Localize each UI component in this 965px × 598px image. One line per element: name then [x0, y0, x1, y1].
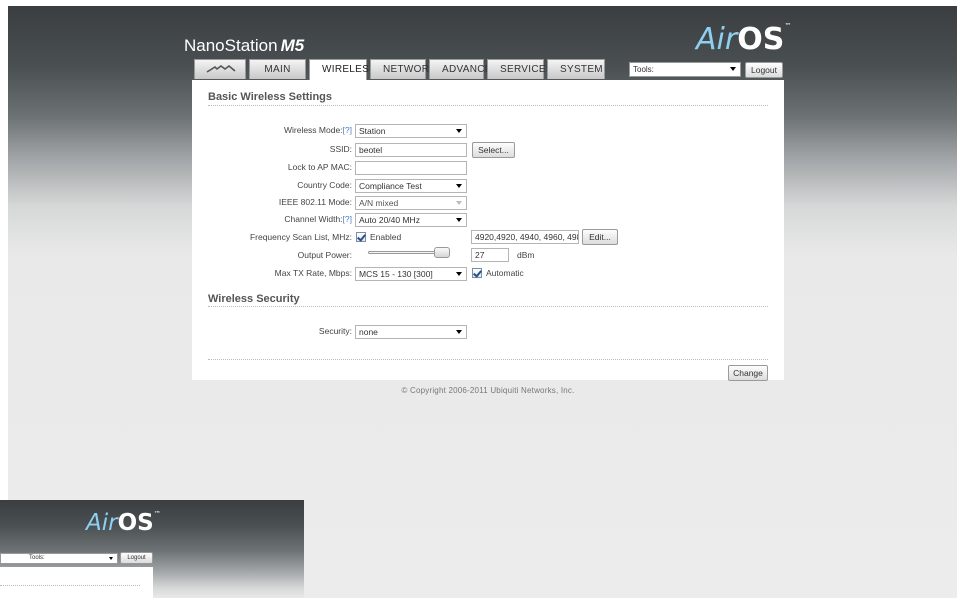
airos-logo: AirOS™	[696, 22, 791, 57]
brand-model: M5	[280, 36, 305, 55]
airos-logo-os: OS	[737, 22, 785, 57]
security-value: none	[359, 327, 378, 337]
chevron-down-icon	[730, 67, 736, 71]
airos-logo-os: OS	[117, 510, 154, 536]
output-power-input[interactable]: 27	[471, 248, 509, 262]
ssid-input[interactable]: beotel	[355, 143, 467, 157]
divider	[208, 306, 768, 307]
ieee-mode-value: A/N mixed	[359, 198, 399, 208]
max-tx-automatic-checkbox[interactable]	[472, 268, 482, 278]
change-button[interactable]: Change	[728, 365, 768, 381]
airos-trademark: ™	[153, 510, 161, 518]
tab-network[interactable]: NETWORK	[370, 59, 436, 79]
freq-scan-label: Frequency Scan List, MHz:	[249, 232, 352, 242]
country-code-label: Country Code:	[297, 180, 352, 190]
thumbnail-panel	[0, 567, 153, 598]
tools-select-value: Tools:	[633, 65, 654, 74]
chevron-down-icon	[456, 201, 462, 205]
channel-width-label-text: Channel Width:	[284, 214, 343, 224]
output-power-slider-handle[interactable]	[434, 247, 450, 258]
output-power-unit: dBm	[517, 250, 535, 260]
freq-scan-input[interactable]: 4920,4920, 4940, 4960, 4980	[471, 230, 579, 244]
tab-advanced[interactable]: ADVANCED	[429, 59, 499, 79]
tab-wireless[interactable]: WIRELESS	[309, 59, 376, 80]
wireless-mode-value: Station	[359, 126, 386, 136]
freq-scan-enabled-checkbox[interactable]	[356, 232, 366, 242]
divider	[208, 105, 768, 106]
main-tabs: MAIN WIRELESS NETWORK ADVANCED SERVICES …	[194, 59, 605, 80]
basic-wireless-title: Basic Wireless Settings	[208, 91, 333, 103]
channel-width-help-link[interactable]: [?]	[343, 214, 352, 224]
tools-select-value: Tools:	[29, 555, 45, 561]
lock-ap-mac-input[interactable]	[355, 161, 467, 175]
channel-width-label: Channel Width:[?]	[192, 214, 352, 224]
chevron-down-icon	[109, 557, 113, 560]
chevron-down-icon	[456, 129, 462, 133]
logout-button[interactable]: Logout	[745, 62, 783, 78]
country-code-select[interactable]: Compliance Test	[355, 179, 467, 193]
chevron-down-icon	[456, 184, 462, 188]
wireless-mode-label-text: Wireless Mode:	[283, 125, 343, 135]
channel-width-value: Auto 20/40 MHz	[359, 215, 420, 225]
security-label: Security:	[318, 326, 352, 336]
airos-trademark: ™	[784, 22, 792, 30]
ssid-select-button[interactable]: Select...	[472, 142, 515, 158]
airos-logo: AirOS™	[86, 510, 161, 536]
wireless-mode-label: Wireless Mode:[?]	[192, 125, 352, 135]
tools-select[interactable]: Tools:	[629, 62, 741, 77]
airos-logo-air: Air	[696, 22, 738, 57]
stage: NanoStation M5 AirOS™ MAIN WIRELESS NETWO…	[0, 0, 965, 598]
divider	[0, 585, 140, 586]
wireless-mode-select[interactable]: Station	[355, 124, 467, 138]
max-tx-rate-select[interactable]: MCS 15 - 130 [300]	[355, 267, 467, 281]
tools-select[interactable]: Tools:	[0, 553, 118, 564]
chevron-down-icon	[456, 330, 462, 334]
copyright: © Copyright 2006-2011 Ubiquiti Networks,…	[401, 386, 575, 395]
tab-ubiquiti-logo[interactable]	[194, 59, 246, 79]
freq-scan-enabled-label: Enabled	[370, 232, 402, 242]
channel-width-select[interactable]: Auto 20/40 MHz	[355, 213, 467, 227]
freq-scan-edit-button[interactable]: Edit...	[582, 229, 618, 245]
brand-name: NanoStation	[184, 36, 278, 55]
divider	[208, 359, 768, 360]
wireless-settings-panel: Basic Wireless Settings Wireless Mode:[?…	[192, 80, 784, 381]
wireless-security-title: Wireless Security	[208, 293, 300, 305]
lock-ap-mac-label: Lock to AP MAC:	[287, 162, 352, 172]
tab-system[interactable]: SYSTEM	[547, 59, 605, 79]
max-tx-rate-value: MCS 15 - 130 [300]	[359, 269, 433, 279]
ubiquiti-logo-icon	[206, 64, 236, 73]
tab-services[interactable]: SERVICES	[487, 59, 552, 79]
device-brand: NanoStation M5	[184, 36, 304, 56]
wireless-mode-help-link[interactable]: [?]	[343, 125, 352, 135]
country-code-value: Compliance Test	[359, 181, 422, 191]
max-tx-automatic-label: Automatic	[486, 268, 524, 278]
max-tx-rate-label: Max TX Rate, Mbps:	[274, 268, 352, 278]
output-power-label: Output Power:	[297, 250, 352, 260]
ssid-label: SSID:	[329, 144, 352, 154]
logout-button[interactable]: Logout	[120, 552, 153, 564]
airos-thumbnail: AirOS™ Tools: Logout	[0, 500, 304, 598]
chevron-down-icon	[456, 218, 462, 222]
tab-main[interactable]: MAIN	[249, 59, 306, 79]
ieee-mode-select[interactable]: A/N mixed	[355, 196, 467, 210]
ieee-mode-label: IEEE 802.11 Mode:	[278, 197, 352, 207]
chevron-down-icon	[456, 272, 462, 276]
security-select[interactable]: none	[355, 325, 467, 339]
airos-logo-air: Air	[86, 510, 118, 536]
